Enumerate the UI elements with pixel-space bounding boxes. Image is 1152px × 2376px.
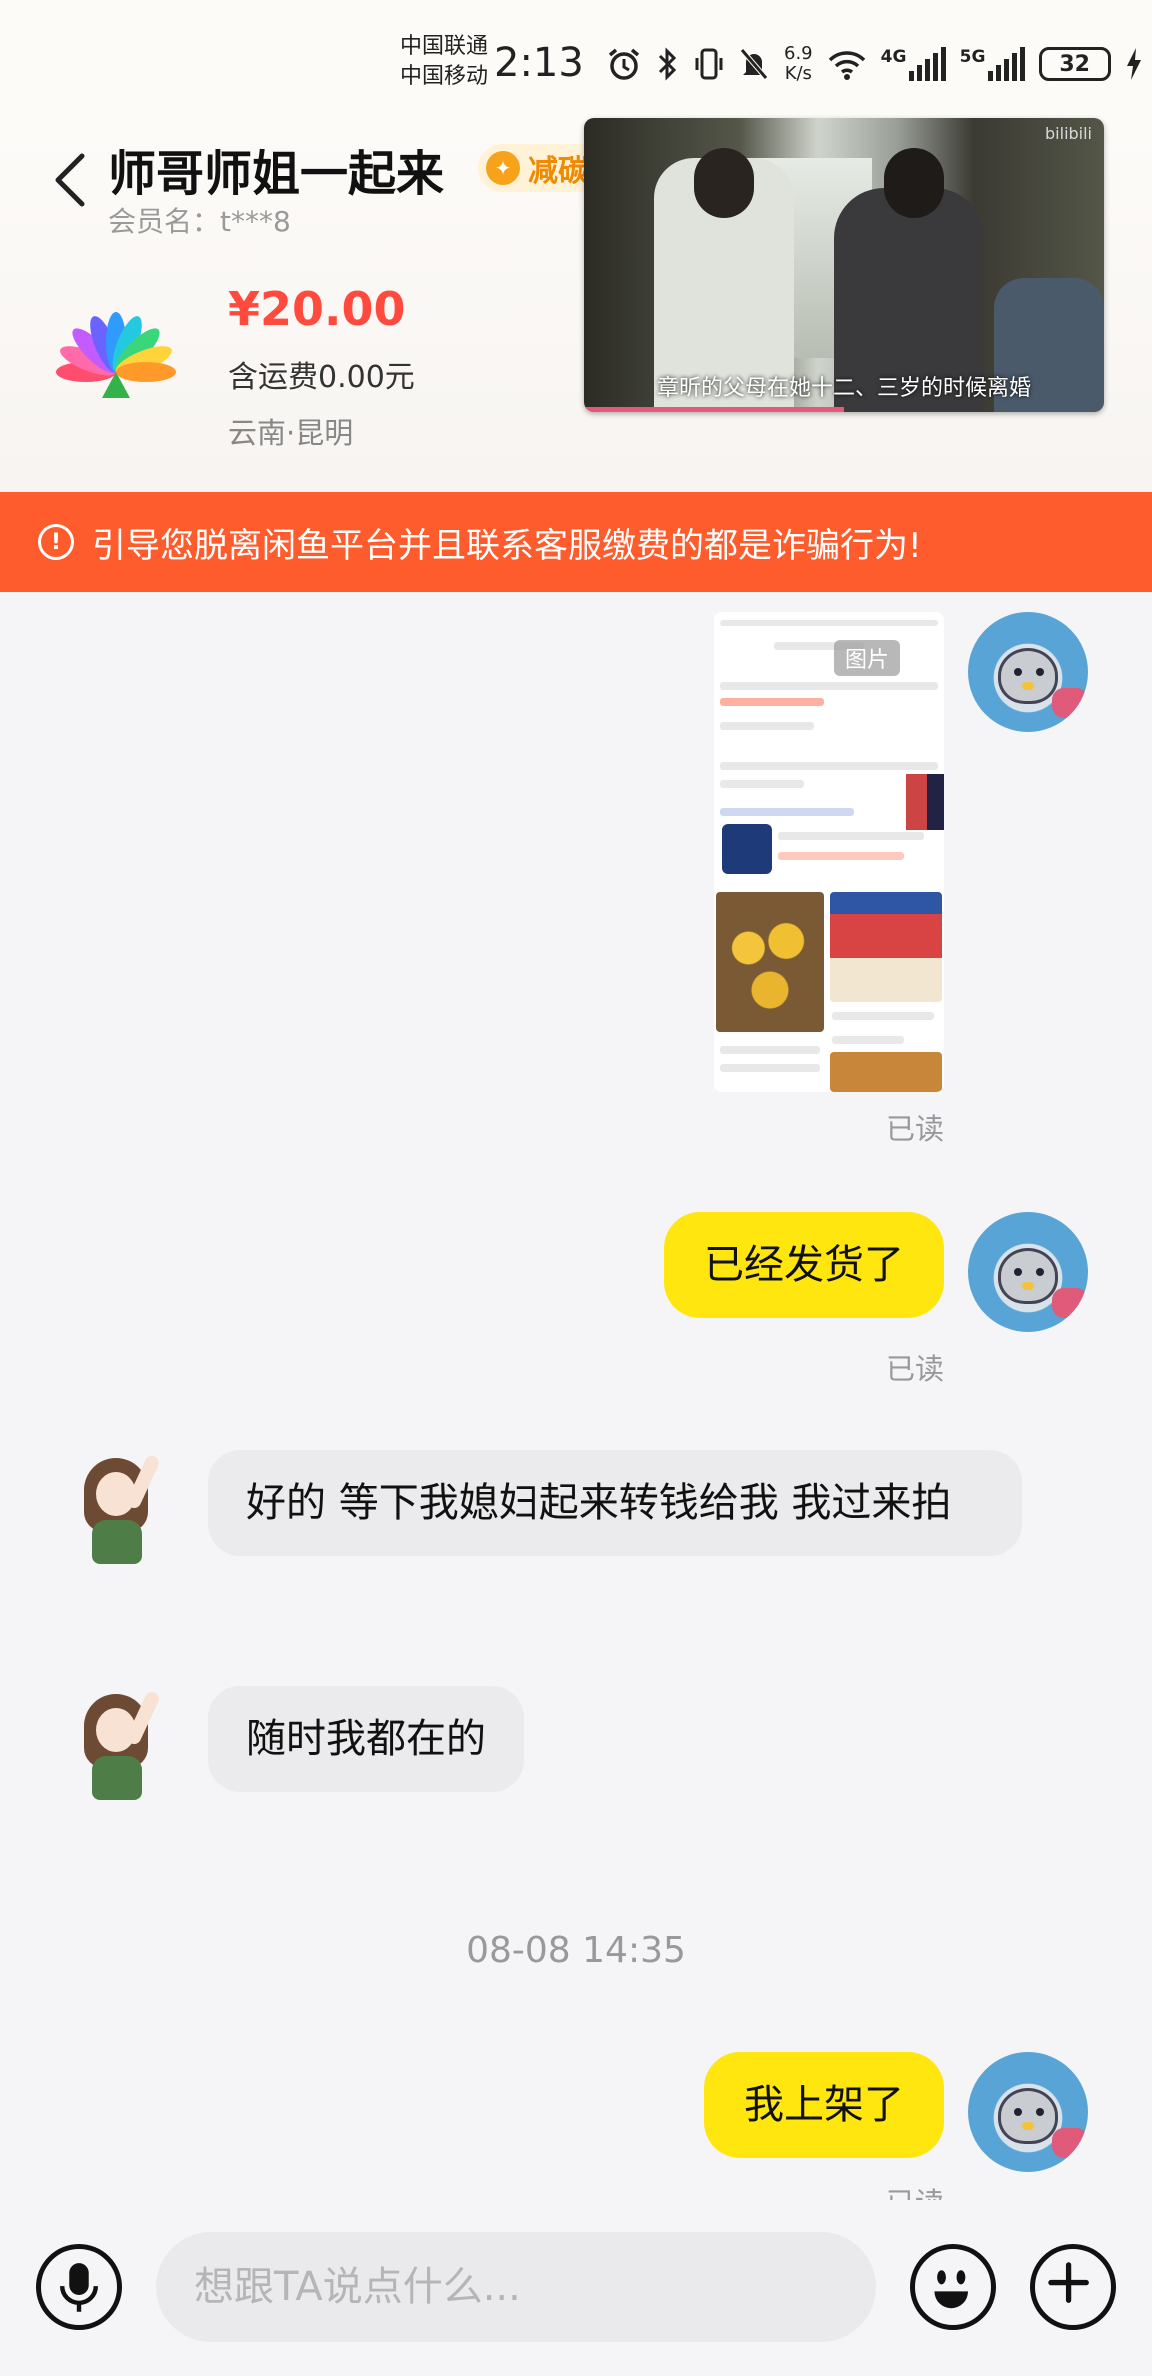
battery-icon: 32 (1038, 47, 1111, 81)
signal-icon-2: 5G (960, 47, 1025, 81)
alarm-icon (606, 44, 642, 84)
video-subtitle: 章昕的父母在她十二、三岁的时候离婚 (656, 376, 1031, 401)
net-speed-value: 6.9 (784, 43, 813, 64)
chat-timestamp: 08-08 14:35 (466, 1930, 686, 1971)
warning-text: 引导您脱离闲鱼平台并且联系客服缴费的都是诈骗行为! (92, 525, 922, 566)
battery-level: 32 (1059, 51, 1090, 77)
clock: 2:13 (494, 40, 584, 86)
carrier-info: 中国联通 中国移动 (400, 32, 488, 92)
vibrate-icon (694, 44, 724, 84)
carrier-2: 中国移动 (400, 64, 489, 89)
shipping-fee: 含运费0.00元 (228, 360, 415, 395)
my-avatar[interactable] (968, 1212, 1088, 1332)
product-thumbnail[interactable] (55, 298, 177, 420)
conversation-title: 师哥师姐一起来 (108, 146, 445, 202)
emoji-icon[interactable] (910, 2244, 996, 2330)
my-avatar[interactable] (968, 2052, 1088, 2172)
mute-icon (738, 44, 770, 84)
read-status: 已读 (886, 1352, 945, 1386)
video-watermark: bilibili (1045, 124, 1092, 143)
message-bubble-sent[interactable]: 已经发货了 (664, 1212, 944, 1318)
image-message[interactable]: 图片 (714, 612, 944, 1092)
fraud-warning-banner: ! 引导您脱离闲鱼平台并且联系客服缴费的都是诈骗行为! (0, 492, 1152, 592)
image-tag: 图片 (834, 640, 900, 676)
bluetooth-icon (656, 44, 680, 84)
plus-icon[interactable] (1030, 2244, 1116, 2330)
message-bubble-received[interactable]: 好的 等下我媳妇起来转钱给我 我过来拍 (208, 1450, 1022, 1556)
warning-icon: ! (38, 524, 74, 560)
back-arrow-icon[interactable] (50, 150, 90, 210)
signal-2-tag: 5G (959, 47, 986, 67)
message-bubble-received[interactable]: 随时我都在的 (208, 1686, 524, 1792)
read-status: 已读 (886, 1112, 945, 1146)
leaf-icon: ✦ (486, 151, 520, 185)
charging-icon (1125, 44, 1143, 84)
signal-icon: 4G (881, 47, 946, 81)
video-progress (584, 407, 844, 412)
status-bar: 中国联通 中国移动 2:13 6.9 K/s 4G 5G 32 (0, 0, 1152, 120)
item-location: 云南·昆明 (228, 416, 354, 450)
carrier-1: 中国联通 (400, 34, 489, 59)
input-bar (0, 2200, 1152, 2376)
seller-avatar[interactable] (70, 1450, 170, 1570)
message-input[interactable] (156, 2232, 876, 2342)
microphone-icon[interactable] (36, 2244, 122, 2330)
seller-avatar[interactable] (70, 1686, 170, 1806)
net-speed-unit: K/s (784, 63, 812, 84)
message-bubble-sent[interactable]: 我上架了 (704, 2052, 944, 2158)
read-status: 已读 (886, 2180, 944, 2200)
item-price: ¥20.00 (228, 282, 406, 336)
status-icons: 6.9 K/s 4G 5G 32 (606, 44, 1143, 84)
badge-label: 减碳 (528, 154, 588, 189)
signal-1-tag: 4G (880, 47, 907, 67)
my-avatar[interactable] (968, 612, 1088, 732)
member-name: 会员名：t***8 (108, 205, 291, 238)
floating-video-player[interactable]: bilibili 章昕的父母在她十二、三岁的时候离婚 (584, 118, 1104, 412)
wifi-icon (827, 44, 867, 84)
net-speed: 6.9 K/s (784, 44, 813, 84)
